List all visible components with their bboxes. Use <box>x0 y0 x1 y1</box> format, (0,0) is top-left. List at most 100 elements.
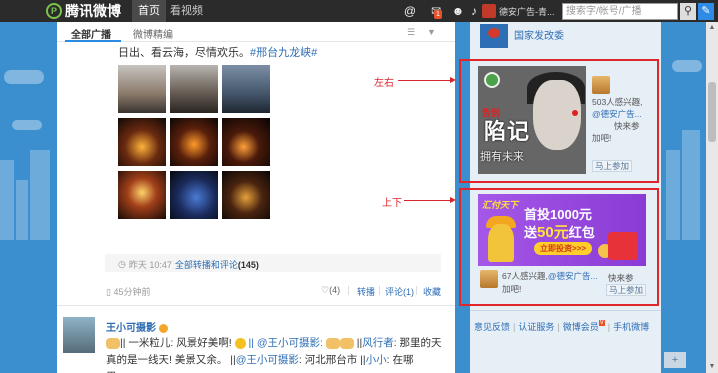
post-photo[interactable] <box>170 171 218 219</box>
mention-link[interactable]: || @王小可摄影: <box>246 337 326 349</box>
user-icon[interactable]: ☻ <box>450 3 466 19</box>
ad2-character <box>488 224 514 262</box>
like-button[interactable]: ♡(4) <box>321 285 340 296</box>
feed-tabs: 全部广播 微博精编 ☰ ▼ <box>57 22 455 42</box>
author-name[interactable]: 王小可摄影 <box>106 319 168 334</box>
ad-image-left-right[interactable]: 告别 陷记 拥有未来 <box>478 66 586 174</box>
repost-button[interactable]: 转播 <box>357 285 375 298</box>
post-text-segment: : 那里的天 <box>393 337 442 349</box>
post-text-segment: : 在哪 <box>386 354 414 366</box>
ad-subtext: 拥有未来 <box>480 151 524 163</box>
notification-badge: 1 <box>434 10 442 19</box>
sidebar-divider <box>470 310 661 311</box>
compose-icon[interactable]: ✎ <box>698 3 714 20</box>
background-building <box>30 150 50 240</box>
at-mention-icon[interactable]: @ <box>402 3 418 19</box>
search-input[interactable]: 搜索字/帐号/广播 <box>562 3 678 20</box>
ad2-brand-logo: 汇付天下 <box>482 200 519 210</box>
join-button[interactable]: 马上参加 <box>592 160 632 172</box>
verify-service-link[interactable]: 认证服务 <box>518 322 554 332</box>
post-text-segment: || <box>353 337 363 349</box>
advertiser-avatar[interactable] <box>592 76 610 94</box>
emoji-icon <box>339 337 354 349</box>
back-to-top-icon[interactable]: + <box>664 352 686 368</box>
ad2-amount: 50元 <box>537 224 569 241</box>
mobile-weibo-link[interactable]: 手机微博 <box>613 322 649 332</box>
invite-text-2: 加吧! <box>592 133 612 143</box>
background-cloud <box>12 120 42 130</box>
post-line-1: || 一米粒儿: 风景好美啊! || @王小可摄影: ||风行者: 那里的天 <box>106 335 442 350</box>
bell-icon[interactable]: ♪ <box>466 3 482 19</box>
hashtag-link[interactable]: #邢台九龙峡# <box>250 47 317 59</box>
scroll-down-icon[interactable]: ▼ <box>706 361 718 373</box>
interest-count: 503人感兴趣, <box>592 97 643 107</box>
gov-account-name[interactable]: 国家发改委 <box>514 27 564 42</box>
repost-count: (145) <box>237 260 259 270</box>
mention-link[interactable]: 小小 <box>366 354 387 366</box>
post-actions: ▯ 45分钟前 ♡(4) 转播 评论(1) 收藏 <box>57 281 455 301</box>
author-name-text: 王小可摄影 <box>106 323 156 334</box>
ad-logo-icon <box>484 72 500 88</box>
ad-interest-info: 503人感兴趣, @德安广告... 快来参 加吧! <box>592 96 643 144</box>
nav-video[interactable]: 看视频 <box>170 0 203 22</box>
post-line-2: 真的是一线天! 美景又余。 ||@王小可摄影: 河北邢台市 ||小小: 在哪 <box>106 352 413 367</box>
username: 德安广告-青... <box>499 6 555 17</box>
separator: | <box>557 322 560 332</box>
post-photo[interactable] <box>222 171 270 219</box>
all-reposts-text: 全部转播和评论 <box>174 260 238 270</box>
sidebar-footer-links: 意见反馈 | 认证服务 | 微博会员V | 手机微博 <box>474 320 649 333</box>
search-icon[interactable]: ⚲ <box>680 3 696 20</box>
mention-link[interactable]: @王小可摄影 <box>236 354 299 366</box>
scroll-up-icon[interactable]: ▲ <box>706 22 718 34</box>
annotation-arrow <box>404 200 450 201</box>
advertiser-avatar[interactable] <box>480 270 498 288</box>
divider <box>348 286 349 295</box>
post-text-segment: : 河北邢台市 || <box>298 354 366 366</box>
emoji-icon <box>106 337 120 349</box>
collect-button[interactable]: 收藏 <box>423 285 441 298</box>
mention-link[interactable]: 风行者 <box>362 337 394 349</box>
active-tab-indicator <box>65 40 121 42</box>
interest-count: 67人感兴趣, <box>502 271 548 281</box>
ad2-invest-button[interactable]: 立即投资>>> <box>534 242 592 255</box>
post-photo[interactable] <box>118 171 166 219</box>
post-photo[interactable] <box>118 118 166 166</box>
vip-link[interactable]: 微博会员 <box>563 322 599 332</box>
advertiser-link[interactable]: @德安广告... <box>548 271 598 281</box>
weibo-logo-icon: P <box>46 3 62 19</box>
clock-icon: ◷ <box>118 259 126 269</box>
tab-featured[interactable]: 微博精编 <box>133 26 173 41</box>
filter-icon[interactable]: ▼ <box>427 27 437 37</box>
ad2-subheadline: 送50元红包 <box>524 221 595 242</box>
annotation-top-bottom: 上下 <box>382 198 402 209</box>
comment-button[interactable]: 评论(1) <box>385 285 414 298</box>
nav-home[interactable]: 首页 <box>132 0 166 22</box>
join-button[interactable]: 马上参加 <box>606 284 646 296</box>
gov-emblem-icon <box>480 24 508 48</box>
gov-account-row[interactable]: 国家发改委 <box>470 22 661 52</box>
tencent-weibo-logo[interactable]: P 腾讯微博 <box>46 2 121 20</box>
post-text-segment: 真的是一线天! 美景又余。 || <box>106 354 236 366</box>
post-photo[interactable] <box>222 65 270 113</box>
annotation-left-right: 左右 <box>374 78 394 89</box>
all-reposts-link[interactable]: 全部转播和评论(145) <box>175 258 259 271</box>
post-photo[interactable] <box>170 65 218 113</box>
author-avatar[interactable] <box>63 317 95 353</box>
list-view-icon[interactable]: ☰ <box>407 27 417 37</box>
user-account-dropdown[interactable]: 德安广告-青... <box>482 2 555 20</box>
advertiser-link[interactable]: @德安广告... <box>592 109 642 119</box>
page-scrollbar[interactable]: ▲ ▼ <box>706 22 718 373</box>
background-cloud <box>672 60 702 72</box>
post-photo[interactable] <box>170 118 218 166</box>
post-timestamp[interactable]: 昨天 10:47 <box>129 258 172 271</box>
post-photo[interactable] <box>118 65 166 113</box>
vip-badge: V <box>598 320 605 326</box>
post-photo[interactable] <box>222 118 270 166</box>
top-navigation-bar: P 腾讯微博 首页 看视频 @ ✉ 1 ☻ ♪ 德安广告-青... 搜索字/帐号… <box>0 0 718 22</box>
feedback-link[interactable]: 意见反馈 <box>474 322 510 332</box>
background-building <box>16 180 28 240</box>
annotation-arrow <box>398 80 450 81</box>
tab-all-broadcasts[interactable]: 全部广播 <box>71 26 111 41</box>
ad-banner-top-bottom[interactable]: 汇付天下 首投1000元 送50元红包 立即投资>>> <box>478 194 646 266</box>
scroll-thumb[interactable] <box>708 82 716 142</box>
